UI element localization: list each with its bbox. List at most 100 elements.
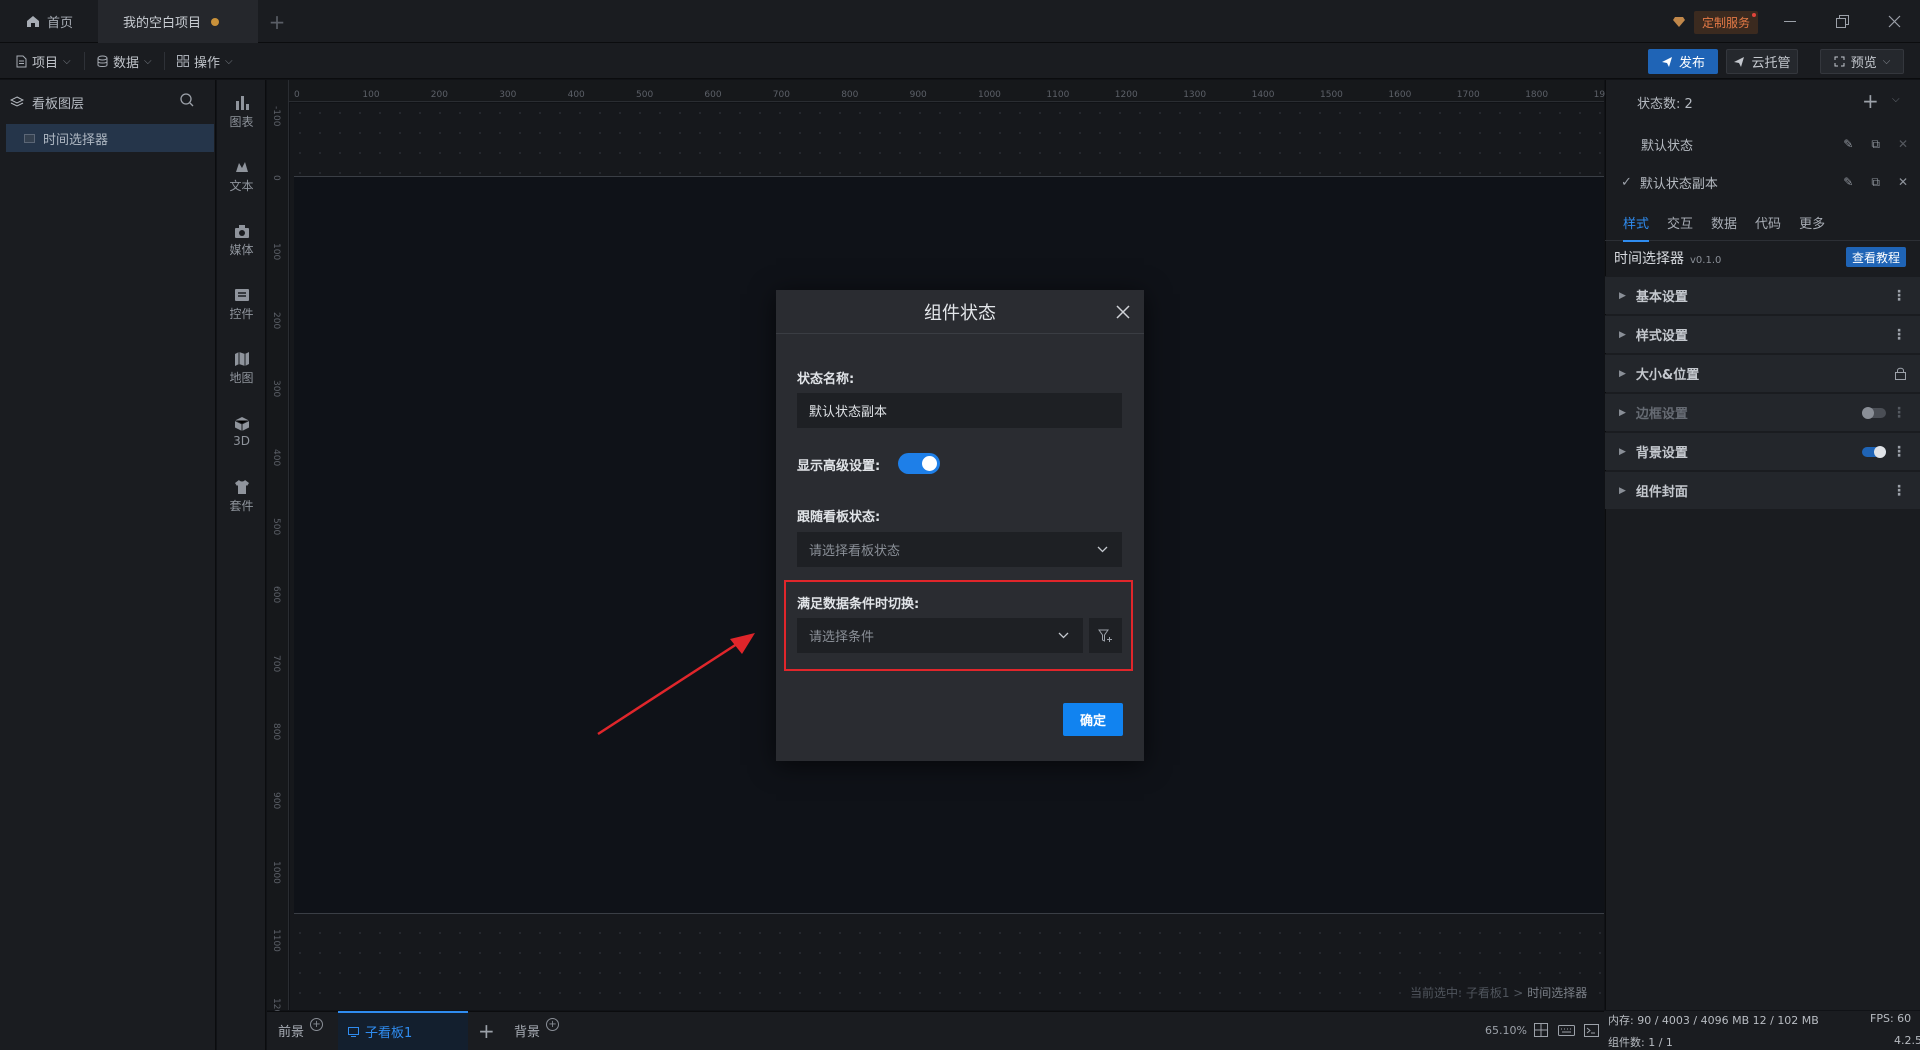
library-control[interactable]: 控件 [217,278,266,330]
edit-icon[interactable]: ✎ [1843,175,1853,190]
diamond-icon [1673,17,1685,27]
delete-icon[interactable]: ✕ [1898,175,1908,190]
background-toggle[interactable] [1862,445,1886,458]
ruler-tick-label: 400 [271,449,281,467]
tab-code[interactable]: 代码 [1755,213,1781,232]
layer-tab-sub-board[interactable]: 子看板1 [338,1011,468,1050]
chevron-down-icon [1097,546,1108,553]
library-text[interactable]: 文本 [217,150,266,202]
section-component-cover[interactable]: ▶ 组件封面 ⋮ [1605,471,1920,509]
layer-item-time-picker[interactable]: 时间选择器 [6,124,214,152]
ruler-tick-label: 1800 [1525,90,1549,100]
section-label: 大小&位置 [1635,368,1700,383]
ruler-tick-label: 600 [271,586,281,604]
restore-icon [1835,15,1849,28]
section-border-settings[interactable]: ▶ 边框设置 ⋮ [1605,393,1920,431]
preview-button[interactable]: 预览 ⌵ [1820,49,1904,74]
dialog-close-button[interactable] [1110,299,1136,325]
publish-button[interactable]: 发布 [1648,49,1718,74]
caret-right-icon: ▶ [1619,368,1626,379]
follow-board-state-select[interactable]: 请选择看板状态 [797,532,1122,567]
more-vertical-icon[interactable]: ⋮ [1892,288,1906,304]
custom-service-button[interactable]: 定制服务 [1672,10,1759,34]
send-icon [1661,56,1672,67]
terminal-icon[interactable] [1584,1024,1599,1037]
tab-interaction[interactable]: 交互 [1667,213,1693,232]
library-map-label: 地图 [229,370,254,385]
layer-tab-back[interactable]: 背景 + [514,1011,560,1050]
app-version: 4.2.5 [1894,1034,1920,1047]
tab-style[interactable]: 样式 [1623,204,1650,242]
ruler-tick-label: 0 [271,174,281,181]
more-vertical-icon[interactable]: ⋮ [1892,444,1906,460]
add-condition-button[interactable] [1089,618,1122,653]
state-row-default[interactable]: 默认状态 ✎ ⧉ ✕ [1605,125,1920,163]
dialog-header: 组件状态 [776,290,1144,334]
map-icon [234,351,249,366]
section-style-settings[interactable]: ▶ 样式设置 ⋮ [1605,315,1920,353]
lock-icon[interactable] [1895,367,1906,380]
more-vertical-icon[interactable]: ⋮ [1892,483,1906,499]
state-name-label: 状态名称: [797,372,855,387]
ruler-tick-label: 800 [841,90,859,100]
menu-project[interactable]: 项目 ⌵ [16,43,71,79]
breadcrumb-current: 时间选择器 [1527,986,1588,1000]
advanced-settings-label: 显示高级设置: [797,459,881,474]
chevron-down-icon[interactable]: ⌵ [1892,94,1900,105]
tab-home-label: 首页 [47,16,74,31]
menu-data[interactable]: 数据 ⌵ [97,43,152,79]
menu-operation-label: 操作 [194,55,221,71]
zoom-level[interactable]: 65.10% [1485,1024,1527,1037]
search-icon[interactable] [180,93,194,107]
component-version: v0.1.0 [1690,255,1722,266]
more-vertical-icon[interactable]: ⋮ [1892,405,1906,421]
menu-operation[interactable]: 操作 ⌵ [177,43,233,79]
restore-button[interactable] [1816,0,1868,43]
view-tutorial-button[interactable]: 查看教程 [1846,247,1907,267]
copy-icon[interactable]: ⧉ [1871,175,1880,190]
state-row-copy[interactable]: ✓ 默认状态副本 ✎ ⧉ ✕ [1605,163,1920,201]
section-background-settings[interactable]: ▶ 背景设置 ⋮ [1605,432,1920,470]
dialog-title: 组件状态 [924,302,996,324]
chevron-down-icon [1058,632,1069,639]
caret-right-icon: ▶ [1619,485,1626,496]
add-circle-icon[interactable]: + [546,1018,560,1031]
cloud-host-label: 云托管 [1751,56,1791,71]
library-map[interactable]: 地图 [217,342,266,394]
fit-screen-icon[interactable] [1534,1023,1548,1037]
layer-tab-front[interactable]: 前景 + [278,1011,324,1050]
library-chart-label: 图表 [229,114,254,129]
border-toggle[interactable] [1862,406,1886,419]
section-size-position[interactable]: ▶ 大小&位置 [1605,354,1920,392]
advanced-settings-toggle[interactable] [898,453,940,474]
tab-more[interactable]: 更多 [1799,213,1825,232]
library-chart[interactable]: 图表 [217,86,266,138]
keyboard-icon[interactable] [1558,1025,1575,1036]
state-name-input[interactable]: 默认状态副本 [797,393,1122,428]
minimize-button[interactable] [1764,0,1816,43]
layer-tab-back-label: 背景 [514,1025,541,1040]
add-state-button[interactable]: + [1862,89,1879,113]
library-kit[interactable]: 套件 [217,470,266,522]
copy-icon[interactable]: ⧉ [1871,137,1880,152]
more-vertical-icon[interactable]: ⋮ [1892,327,1906,343]
library-control-label: 控件 [229,306,254,321]
library-media[interactable]: 媒体 [217,214,266,266]
data-condition-select[interactable]: 请选择条件 [797,618,1083,653]
edit-icon[interactable]: ✎ [1843,137,1853,152]
add-circle-icon[interactable]: + [310,1018,324,1031]
component-icon [24,133,35,143]
close-window-button[interactable] [1868,0,1920,43]
tab-data[interactable]: 数据 [1711,213,1737,232]
tab-project[interactable]: 我的空白项目 [98,0,258,43]
tab-home[interactable]: 首页 [0,0,98,43]
section-basic-settings[interactable]: ▶ 基本设置 ⋮ [1605,276,1920,314]
delete-icon[interactable]: ✕ [1898,137,1908,152]
add-tab-button[interactable]: + [262,0,292,43]
ruler-tick-label: 1000 [271,860,281,884]
confirm-button[interactable]: 确定 [1063,703,1123,736]
library-3d[interactable]: 3D [217,406,266,458]
add-board-button[interactable]: + [478,1011,495,1050]
cloud-host-button[interactable]: 云托管 [1726,49,1798,74]
divider [164,52,165,70]
